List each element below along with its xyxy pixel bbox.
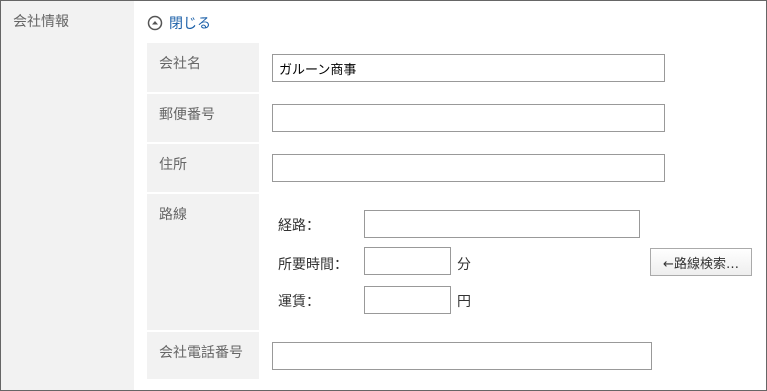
postal-code-label: 郵便番号 xyxy=(159,107,215,123)
section-label: 会社情報 xyxy=(13,14,69,30)
route-path-input[interactable] xyxy=(364,210,640,238)
collapse-up-circle-icon xyxy=(147,15,163,31)
postal-code-input[interactable] xyxy=(272,104,665,132)
phone-label: 会社電話番号 xyxy=(159,345,243,361)
company-name-label-cell: 会社名 xyxy=(147,43,259,93)
yen-unit: 円 xyxy=(457,294,471,310)
company-name-input[interactable] xyxy=(272,54,665,82)
minutes-unit: 分 xyxy=(457,257,471,273)
postal-code-label-cell: 郵便番号 xyxy=(147,94,259,142)
collapse-toggle[interactable]: 閉じる xyxy=(147,13,211,33)
phone-label-cell: 会社電話番号 xyxy=(147,332,259,379)
address-input[interactable] xyxy=(272,154,665,182)
route-search-button[interactable]: ←路線検索… xyxy=(650,248,752,276)
address-label: 住所 xyxy=(159,157,187,173)
section-header-column: 会社情報 xyxy=(1,1,134,390)
fare-input[interactable] xyxy=(364,286,451,314)
collapse-toggle-label: 閉じる xyxy=(169,16,211,32)
phone-input[interactable] xyxy=(272,342,652,370)
route-label-cell: 路線 xyxy=(147,194,259,330)
company-name-label: 会社名 xyxy=(159,56,201,72)
travel-time-label: 所要時間： xyxy=(278,257,348,273)
travel-time-input[interactable] xyxy=(364,247,451,275)
route-label: 路線 xyxy=(159,207,187,223)
address-label-cell: 住所 xyxy=(147,144,259,192)
route-path-label: 経路： xyxy=(278,218,320,234)
fare-label: 運賃： xyxy=(278,294,320,310)
